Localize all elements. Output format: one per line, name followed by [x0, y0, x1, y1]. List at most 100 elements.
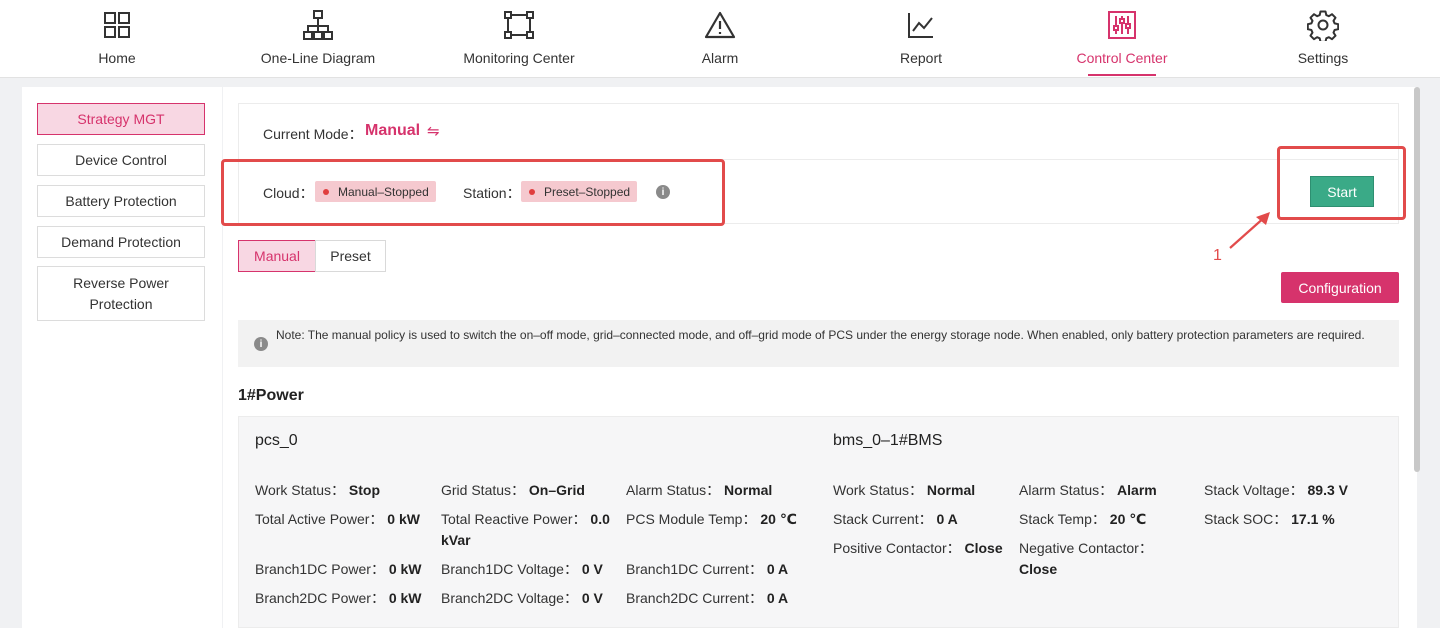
field-label: Positive Contactor：	[833, 540, 961, 556]
field-value: 0 A	[766, 561, 789, 577]
sidebar-item-device-control[interactable]: Device Control	[37, 144, 205, 176]
nav-label: One-Line Diagram	[260, 50, 376, 66]
pcs-grid-status: Grid Status： On–Grid	[441, 480, 585, 501]
nav-label: Report	[899, 50, 943, 66]
grid-icon	[100, 8, 134, 42]
field-label: Alarm Status：	[1019, 482, 1114, 498]
sidebar-item-reverse-power-protection[interactable]: Reverse Power Protection	[37, 266, 205, 321]
pcs-module-temp: PCS Module Temp： 20 ℃	[626, 509, 797, 530]
field-value: Close	[1019, 561, 1058, 577]
nav-control-center[interactable]: Control Center	[1042, 0, 1202, 78]
nav-report[interactable]: Report	[841, 0, 1001, 78]
field-label: Grid Status：	[441, 482, 526, 498]
pcs-work-status: Work Status： Stop	[255, 480, 380, 501]
field-value: 20 ℃	[760, 511, 797, 527]
field-label: Work Status：	[255, 482, 345, 498]
bms-name: bms_0–1#BMS	[833, 432, 943, 449]
field-label: Work Status：	[833, 482, 923, 498]
field-value: Normal	[724, 482, 773, 498]
field-value: Normal	[926, 482, 976, 498]
field-label: Branch2DC Voltage：	[441, 590, 578, 606]
field-value: On–Grid	[528, 482, 585, 498]
pcs-branch2dc-voltage: Branch2DC Voltage： 0 V	[441, 588, 603, 609]
field-value: Close	[964, 540, 1003, 556]
tab-manual[interactable]: Manual	[238, 240, 316, 272]
bms-stack-voltage: Stack Voltage： 89.3 V	[1204, 480, 1348, 501]
field-value: Alarm	[1117, 482, 1157, 498]
sidebar-item-demand-protection[interactable]: Demand Protection	[37, 226, 205, 258]
sidebar-item-strategy-mgt[interactable]: Strategy MGT	[37, 103, 205, 135]
field-label: Branch2DC Power：	[255, 590, 385, 606]
field-value: 0 kW	[388, 590, 422, 606]
monitor-frame-icon	[502, 8, 536, 42]
scrollbar[interactable]	[1414, 87, 1420, 472]
nav-settings[interactable]: Settings	[1243, 0, 1403, 78]
swap-icon[interactable]: ⇋	[427, 122, 440, 140]
warning-icon	[703, 8, 737, 42]
bms-negative-contactor: Negative Contactor： Close	[1019, 538, 1189, 580]
pcs-branch1dc-current: Branch1DC Current： 0 A	[626, 559, 788, 580]
nav-alarm[interactable]: Alarm	[640, 0, 800, 78]
configuration-button[interactable]: Configuration	[1281, 272, 1399, 303]
pcs-total-active-power: Total Active Power： 0 kW	[255, 509, 420, 530]
note-text: Note: The manual policy is used to switc…	[276, 328, 1365, 342]
bms-work-status: Work Status： Normal	[833, 480, 975, 501]
tab-preset[interactable]: Preset	[315, 240, 386, 272]
field-label: Total Active Power：	[255, 511, 384, 527]
hierarchy-icon	[301, 8, 335, 42]
pcs-branch2dc-current: Branch2DC Current： 0 A	[626, 588, 788, 609]
power-section-title: 1#Power	[238, 387, 304, 404]
line-chart-icon	[904, 8, 938, 42]
field-label: Stack SOC：	[1204, 511, 1288, 527]
pcs-branch2dc-power: Branch2DC Power： 0 kW	[255, 588, 422, 609]
note-info-icon: i	[254, 337, 268, 351]
nav-label: Control Center	[1076, 50, 1168, 66]
pcs-name: pcs_0	[255, 432, 298, 449]
current-mode-value: Manual	[365, 122, 421, 139]
pcs-branch1dc-power: Branch1DC Power： 0 kW	[255, 559, 422, 580]
field-label: Stack Voltage：	[1204, 482, 1304, 498]
bms-stack-soc: Stack SOC： 17.1 %	[1204, 509, 1335, 530]
pcs-total-reactive-power: Total Reactive Power： 0.0 kVar	[441, 509, 616, 551]
nav-monitoring-center[interactable]: Monitoring Center	[439, 0, 599, 78]
field-label: Branch2DC Current：	[626, 590, 763, 606]
sliders-icon	[1105, 8, 1139, 42]
field-label: Total Reactive Power：	[441, 511, 587, 527]
nav-label: Alarm	[701, 50, 739, 66]
nav-label: Settings	[1297, 50, 1349, 66]
field-value: 0 V	[581, 590, 603, 606]
nav-one-line-diagram[interactable]: One-Line Diagram	[238, 0, 398, 78]
bms-alarm-status: Alarm Status： Alarm	[1019, 480, 1157, 501]
field-value: 20 ℃	[1109, 511, 1147, 527]
bms-stack-temp: Stack Temp： 20 ℃	[1019, 509, 1146, 530]
pcs-alarm-status: Alarm Status： Normal	[626, 480, 772, 501]
field-value: Stop	[348, 482, 380, 498]
field-label: PCS Module Temp：	[626, 511, 757, 527]
field-label: Branch1DC Current：	[626, 561, 763, 577]
annotation-arrow-icon	[1229, 212, 1270, 249]
field-value: 0 kW	[387, 511, 420, 527]
bms-positive-contactor: Positive Contactor： Close	[833, 538, 1003, 559]
highlight-start-box	[1277, 146, 1406, 220]
nav-label: Home	[98, 50, 136, 66]
nav-home[interactable]: Home	[37, 0, 197, 78]
field-value: 89.3 V	[1307, 482, 1348, 498]
active-tab-underline	[1088, 74, 1156, 76]
field-label: Stack Current：	[833, 511, 933, 527]
field-value: 0 kW	[388, 561, 422, 577]
field-label: Negative Contactor：	[1019, 540, 1153, 556]
sidebar-item-battery-protection[interactable]: Battery Protection	[37, 185, 205, 217]
top-navigation: Home One-Line Diagram Monitoring Center	[0, 0, 1440, 78]
field-value: 17.1 %	[1291, 511, 1335, 527]
field-value: 0 A	[766, 590, 789, 606]
field-label: Branch1DC Voltage：	[441, 561, 578, 577]
gear-icon	[1306, 8, 1340, 42]
field-value: 0 A	[936, 511, 958, 527]
nav-label: Monitoring Center	[463, 50, 575, 66]
annotation-step-number: 1	[1213, 247, 1222, 264]
current-mode-label: Current Mode：	[263, 126, 363, 142]
sidebar: Strategy MGT Device Control Battery Prot…	[22, 87, 222, 628]
bms-stack-current: Stack Current： 0 A	[833, 509, 958, 530]
highlight-status-box	[221, 159, 725, 226]
field-value: 0 V	[581, 561, 603, 577]
